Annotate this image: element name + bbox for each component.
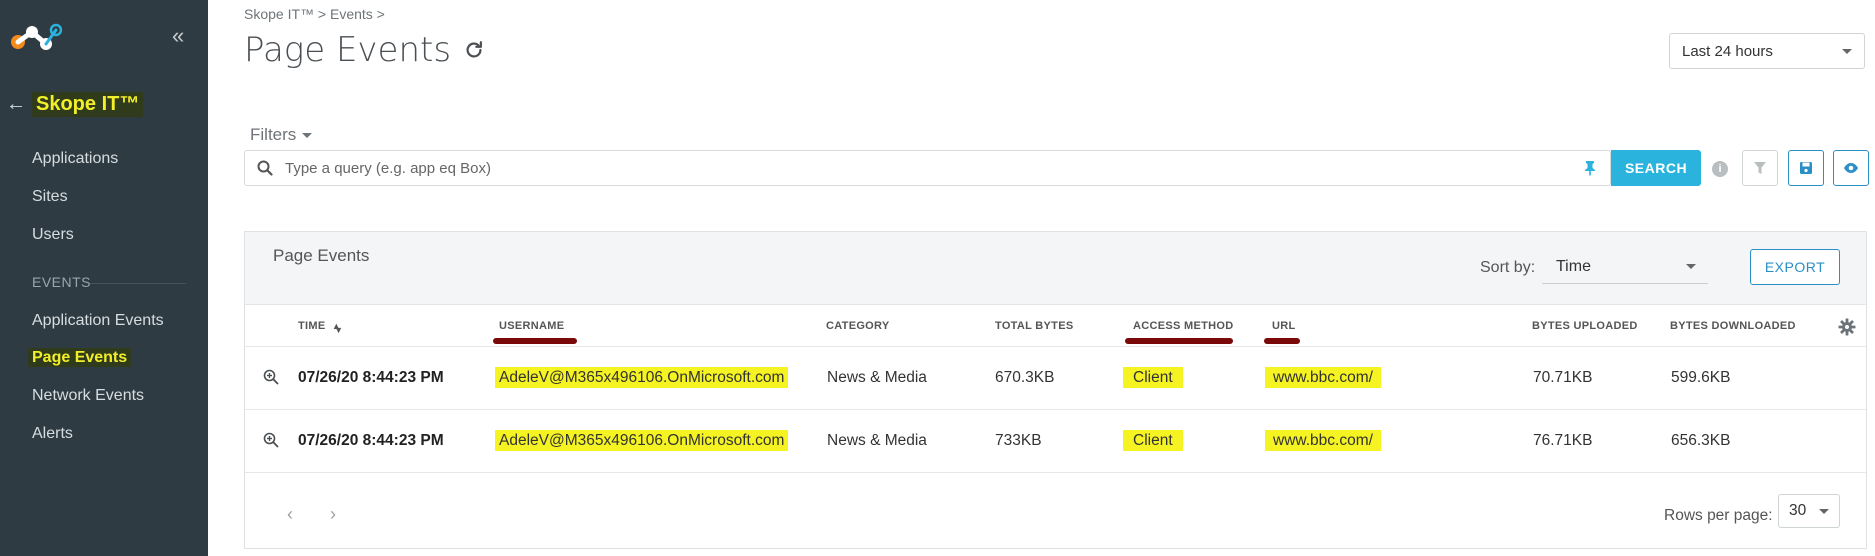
- time-range-select[interactable]: Last 24 hours: [1669, 33, 1865, 69]
- cell-time: 07/26/20 8:44:23 PM: [298, 369, 444, 386]
- view-saved-queries-button[interactable]: [1833, 150, 1869, 186]
- export-button[interactable]: EXPORT: [1750, 249, 1840, 285]
- cell-access-method-text: Client: [1123, 430, 1183, 451]
- save-query-button[interactable]: [1788, 150, 1824, 186]
- search-icon: [245, 160, 285, 176]
- next-page-icon[interactable]: ›: [330, 504, 336, 525]
- cell-category: News & Media: [827, 432, 927, 449]
- prev-page-icon[interactable]: ‹: [287, 504, 293, 525]
- sidebar-item-page-events-label: Page Events: [28, 348, 132, 367]
- zoom-in-icon[interactable]: [263, 369, 279, 385]
- cell-total-bytes: 670.3KB: [995, 369, 1055, 386]
- sort-by-select[interactable]: Time: [1542, 250, 1708, 284]
- refresh-icon[interactable]: [463, 39, 485, 61]
- sidebar-item-users[interactable]: Users: [32, 226, 74, 244]
- chevron-down-icon: [302, 132, 313, 138]
- collapse-sidebar-icon[interactable]: «: [172, 25, 184, 47]
- column-header-access-method[interactable]: ACCESS METHOD: [1133, 320, 1233, 332]
- column-header-time-label: TIME: [298, 320, 326, 332]
- table-row[interactable]: 07/26/20 8:44:23 PM AdeleV@M365x496106.O…: [245, 346, 1866, 409]
- table-row[interactable]: 07/26/20 8:44:23 PM AdeleV@M365x496106.O…: [245, 409, 1866, 472]
- section-divider: [90, 283, 186, 284]
- sidebar-item-page-events[interactable]: Page Events: [28, 348, 132, 367]
- cell-url-text: www.bbc.com/: [1265, 367, 1381, 388]
- cell-url[interactable]: www.bbc.com/: [1265, 367, 1381, 388]
- rows-per-page-value: 30: [1789, 502, 1807, 519]
- annotation-underline: [1264, 338, 1300, 344]
- sidebar-item-applications[interactable]: Applications: [32, 150, 118, 168]
- sidebar-item-application-events[interactable]: Application Events: [32, 312, 164, 330]
- column-header-username[interactable]: USERNAME: [499, 320, 564, 332]
- sort-by-label: Sort by:: [1480, 259, 1536, 276]
- time-range-value: Last 24 hours: [1682, 42, 1773, 60]
- workspace-title[interactable]: ← Skope IT™: [6, 90, 144, 118]
- events-section-label: EVENTS: [32, 274, 92, 290]
- cell-bytes-downloaded: 656.3KB: [1671, 432, 1731, 449]
- filters-label: Filters: [250, 125, 297, 144]
- cell-bytes-downloaded: 599.6KB: [1671, 369, 1731, 386]
- cell-access-method-text: Client: [1123, 367, 1183, 388]
- cell-url[interactable]: www.bbc.com/: [1265, 430, 1381, 451]
- page-events-panel: Page Events Sort by: Time EXPORT TIME ▲▼…: [244, 231, 1867, 549]
- sort-icon: ▲▼: [331, 321, 344, 335]
- cell-username-text: AdeleV@M365x496106.OnMicrosoft.com: [495, 430, 789, 451]
- column-header-bytes-uploaded[interactable]: BYTES UPLOADED: [1532, 320, 1638, 332]
- info-icon[interactable]: i: [1712, 161, 1728, 177]
- column-header-time[interactable]: TIME ▲▼: [298, 320, 343, 335]
- column-header-total-bytes[interactable]: TOTAL BYTES: [995, 320, 1073, 332]
- netskope-logo: [11, 23, 62, 50]
- column-header-url[interactable]: URL: [1272, 320, 1296, 332]
- annotation-underline: [493, 338, 577, 344]
- annotation-underline: [1125, 338, 1233, 344]
- chevron-down-icon: [1819, 508, 1829, 514]
- eye-icon: [1844, 163, 1858, 173]
- sort-by-value: Time: [1556, 257, 1591, 275]
- search-input[interactable]: [285, 151, 1570, 185]
- cell-total-bytes: 733KB: [995, 432, 1042, 449]
- cell-url-text: www.bbc.com/: [1265, 430, 1381, 451]
- panel-header: Page Events Sort by: Time EXPORT: [245, 232, 1866, 305]
- search-bar: [244, 150, 1611, 186]
- save-icon: [1800, 162, 1812, 174]
- cell-access-method: Client: [1123, 367, 1183, 388]
- rows-per-page-select[interactable]: 30: [1778, 494, 1840, 528]
- zoom-in-icon[interactable]: [263, 432, 279, 448]
- rows-per-page-label: Rows per page:: [1664, 507, 1773, 524]
- cell-access-method: Client: [1123, 430, 1183, 451]
- page-title-text: Page Events: [244, 30, 452, 70]
- cell-bytes-uploaded: 70.71KB: [1533, 369, 1593, 386]
- pin-icon[interactable]: [1570, 160, 1610, 176]
- clear-filter-button[interactable]: [1742, 150, 1778, 186]
- cell-username[interactable]: AdeleV@M365x496106.OnMicrosoft.com: [495, 430, 789, 451]
- breadcrumb[interactable]: Skope IT™ > Events >: [244, 6, 385, 22]
- pager-divider: [245, 472, 1866, 473]
- page-title: Page Events: [244, 30, 485, 70]
- sidebar-item-network-events[interactable]: Network Events: [32, 387, 144, 405]
- sidebar: « ← Skope IT™ Applications Sites Users E…: [0, 0, 208, 556]
- cell-time: 07/26/20 8:44:23 PM: [298, 432, 444, 449]
- chevron-down-icon: [1686, 264, 1696, 269]
- column-header-category[interactable]: CATEGORY: [826, 320, 890, 332]
- column-header-bytes-downloaded[interactable]: BYTES DOWNLOADED: [1670, 320, 1796, 332]
- cell-bytes-uploaded: 76.71KB: [1533, 432, 1593, 449]
- filter-icon: [1754, 162, 1766, 174]
- cell-username[interactable]: AdeleV@M365x496106.OnMicrosoft.com: [495, 367, 789, 388]
- gear-icon[interactable]: [1838, 318, 1856, 336]
- chevron-down-icon: [1842, 48, 1852, 54]
- workspace-title-label: Skope IT™: [32, 91, 144, 117]
- filters-dropdown[interactable]: Filters: [250, 125, 313, 145]
- cell-username-text: AdeleV@M365x496106.OnMicrosoft.com: [495, 367, 789, 388]
- panel-title: Page Events: [273, 246, 370, 265]
- sidebar-item-alerts[interactable]: Alerts: [32, 425, 73, 443]
- search-button[interactable]: SEARCH: [1611, 150, 1701, 186]
- cell-category: News & Media: [827, 369, 927, 386]
- sidebar-item-sites[interactable]: Sites: [32, 188, 68, 206]
- back-arrow-icon[interactable]: ←: [6, 93, 26, 116]
